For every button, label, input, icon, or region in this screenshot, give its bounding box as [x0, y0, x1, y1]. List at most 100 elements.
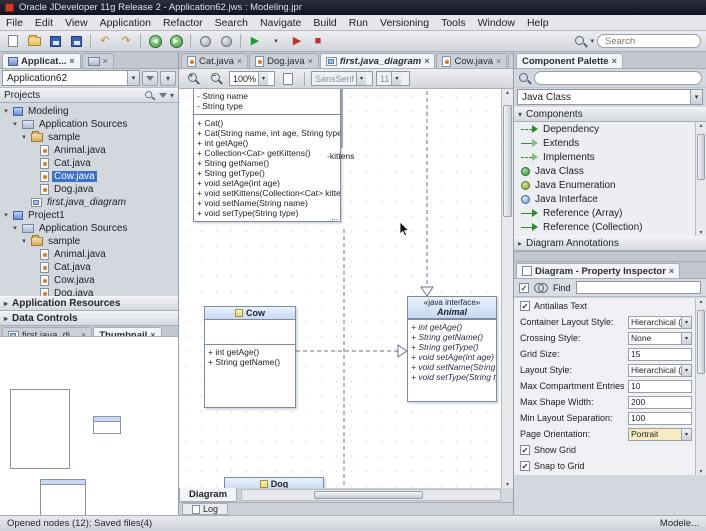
fit-to-window-button[interactable]	[278, 70, 298, 87]
navigator-menu-button[interactable]: ▾	[160, 70, 176, 86]
property-value-dropdown[interactable]: Hierarchical ( Bottom... ▾	[628, 315, 692, 329]
save-button[interactable]	[45, 33, 65, 50]
palette-item-reference-collection[interactable]: Reference (Collection)	[514, 220, 706, 234]
palette-item-reference-array[interactable]: Reference (Array)	[514, 206, 706, 220]
palette-item-java-interface[interactable]: Java Interface	[514, 192, 706, 206]
run-button[interactable]: ▶	[245, 33, 265, 50]
property-crossing-style[interactable]: Crossing Style: None ▾	[514, 330, 706, 346]
open-button[interactable]	[24, 33, 44, 50]
navigator-options-button[interactable]	[142, 70, 158, 86]
property-max-shape-width[interactable]: Max Shape Width: 200	[514, 394, 706, 410]
diagram-view-tab[interactable]: Diagram	[179, 488, 238, 502]
stop-button[interactable]: ■	[308, 33, 328, 50]
property-grid-size[interactable]: Grid Size: 15	[514, 346, 706, 362]
scroll-up-icon[interactable]: ▴	[699, 298, 702, 305]
data-controls-section[interactable]: ▸ Data Controls	[0, 311, 178, 326]
close-icon[interactable]: ×	[612, 56, 617, 66]
editor-tab-first-java-diagram[interactable]: first.java_diagram ×	[319, 53, 436, 68]
editor-tab-cat-java[interactable]: Cat.java ×	[181, 53, 249, 68]
back-button[interactable]: ◀	[145, 33, 165, 50]
search-icon[interactable]	[574, 35, 587, 48]
menu-view[interactable]: View	[59, 16, 94, 30]
palette-item-implements[interactable]: Implements	[514, 150, 706, 164]
chevron-down-icon[interactable]: ▾	[127, 71, 139, 85]
expand-icon[interactable]: ▾	[2, 108, 10, 116]
uml-class-cat[interactable]: - String name - String type + Cat() + Ca…	[193, 89, 341, 222]
menu-refactor[interactable]: Refactor	[157, 16, 209, 30]
menu-application[interactable]: Application	[94, 16, 157, 30]
expand-icon[interactable]: ▾	[11, 121, 19, 129]
uml-interface-animal[interactable]: «java interface» Animal + int getAge() +…	[407, 296, 497, 402]
thumbnail-view[interactable]	[0, 336, 178, 515]
tree-item-modeling[interactable]: ▾ Modeling	[0, 105, 178, 118]
menu-window[interactable]: Window	[472, 16, 521, 30]
menu-versioning[interactable]: Versioning	[374, 16, 435, 30]
property-value-field[interactable]: 200	[628, 395, 692, 409]
compile-button[interactable]	[216, 33, 236, 50]
tree-item-animal-java[interactable]: Animal.java	[0, 144, 178, 157]
tree-item-dog-java[interactable]: Dog.java	[0, 183, 178, 196]
application-selector[interactable]: Application62 ▾	[2, 70, 140, 86]
font-name-select[interactable]: SansSerif ▾	[311, 71, 373, 86]
scrollbar-thumb[interactable]	[697, 310, 705, 374]
debug-button[interactable]: ▶	[287, 33, 307, 50]
checkbox-checked-icon[interactable]: ✓	[520, 301, 530, 311]
uml-more-indicator[interactable]: ...	[331, 213, 338, 222]
tree-item-cat-java[interactable]: Cat.java	[0, 157, 178, 170]
checkbox-checked-icon[interactable]: ✓	[520, 445, 530, 455]
canvas-vertical-scrollbar[interactable]: ▴ ▾	[501, 89, 513, 488]
projects-search-icon[interactable]	[144, 90, 154, 100]
application-resources-section[interactable]: ▸ Application Resources	[0, 296, 178, 311]
uml-class-dog[interactable]: Dog	[224, 477, 324, 488]
annotations-section-header[interactable]: ▸ Diagram Annotations	[514, 236, 706, 251]
property-value-field[interactable]: 100	[628, 411, 692, 425]
scroll-up-icon[interactable]: ▴	[506, 89, 509, 96]
search-options-chevron-icon[interactable]: ▾	[590, 37, 594, 45]
tree-item-project1[interactable]: ▾ Project1	[0, 209, 178, 222]
tree-item-dog-java-2[interactable]: Dog.java	[0, 287, 178, 296]
tree-item-sample[interactable]: ▾ sample	[0, 131, 178, 144]
close-icon[interactable]: ×	[424, 56, 429, 66]
canvas-horizontal-scrollbar[interactable]	[241, 489, 501, 501]
property-value-dropdown[interactable]: None ▾	[628, 331, 692, 345]
editor-tab-dog-java[interactable]: Dog.java ×	[249, 53, 319, 68]
zoom-out-button[interactable]: −	[206, 70, 226, 87]
navigator-tab-2[interactable]: ×	[81, 53, 114, 68]
menu-build[interactable]: Build	[307, 16, 342, 30]
menu-help[interactable]: Help	[521, 16, 555, 30]
uml-class-cow[interactable]: Cow + int getAge() + String getName()	[204, 306, 296, 408]
tree-item-first-java-diagram[interactable]: first.java_diagram	[0, 196, 178, 209]
checkbox-checked-icon[interactable]: ✓	[520, 461, 530, 471]
menu-tools[interactable]: Tools	[435, 16, 472, 30]
palette-scrollbar[interactable]: ▴ ▾	[695, 122, 706, 236]
components-section-header[interactable]: ▾ Components	[514, 107, 706, 122]
inspector-scrollbar[interactable]: ▴ ▾	[695, 298, 706, 475]
palette-item-dependency[interactable]: Dependency	[514, 122, 706, 136]
title-bar[interactable]: Oracle JDeveloper 11g Release 2 - Applic…	[0, 0, 706, 15]
projects-filter-icon[interactable]	[158, 93, 167, 98]
property-value-field[interactable]: 15	[628, 347, 692, 361]
association-label-kittens[interactable]: -kittens	[327, 151, 354, 161]
menu-search[interactable]: Search	[209, 16, 254, 30]
property-value-dropdown[interactable]: Hierarchical ( Bottom... ▾	[628, 363, 692, 377]
forward-button[interactable]: ▶	[166, 33, 186, 50]
property-value-dropdown[interactable]: Portrait ▾	[628, 427, 692, 441]
menu-run[interactable]: Run	[343, 16, 374, 30]
palette-item-extends[interactable]: Extends	[514, 136, 706, 150]
property-inspector-tab[interactable]: Diagram - Property Inspector ×	[516, 263, 681, 278]
tree-item-application-sources-2[interactable]: ▾ Application Sources	[0, 222, 178, 235]
scroll-down-icon[interactable]: ▾	[506, 481, 509, 488]
expand-icon[interactable]: ▾	[11, 225, 19, 233]
close-icon[interactable]: ×	[103, 56, 108, 66]
property-value-field[interactable]: 10	[628, 379, 692, 393]
new-file-button[interactable]	[3, 33, 23, 50]
scrollbar-thumb[interactable]	[503, 105, 512, 217]
menu-file[interactable]: File	[0, 16, 29, 30]
run-menu-button[interactable]: ▾	[266, 33, 286, 50]
scroll-up-icon[interactable]: ▴	[699, 122, 702, 129]
inspector-find-input[interactable]	[575, 281, 701, 294]
palette-search-input[interactable]	[534, 71, 702, 85]
editor-tab-cow-java[interactable]: Cow.java ×	[436, 53, 508, 68]
close-icon[interactable]: ×	[308, 56, 313, 66]
expand-icon[interactable]: ▾	[2, 212, 10, 220]
